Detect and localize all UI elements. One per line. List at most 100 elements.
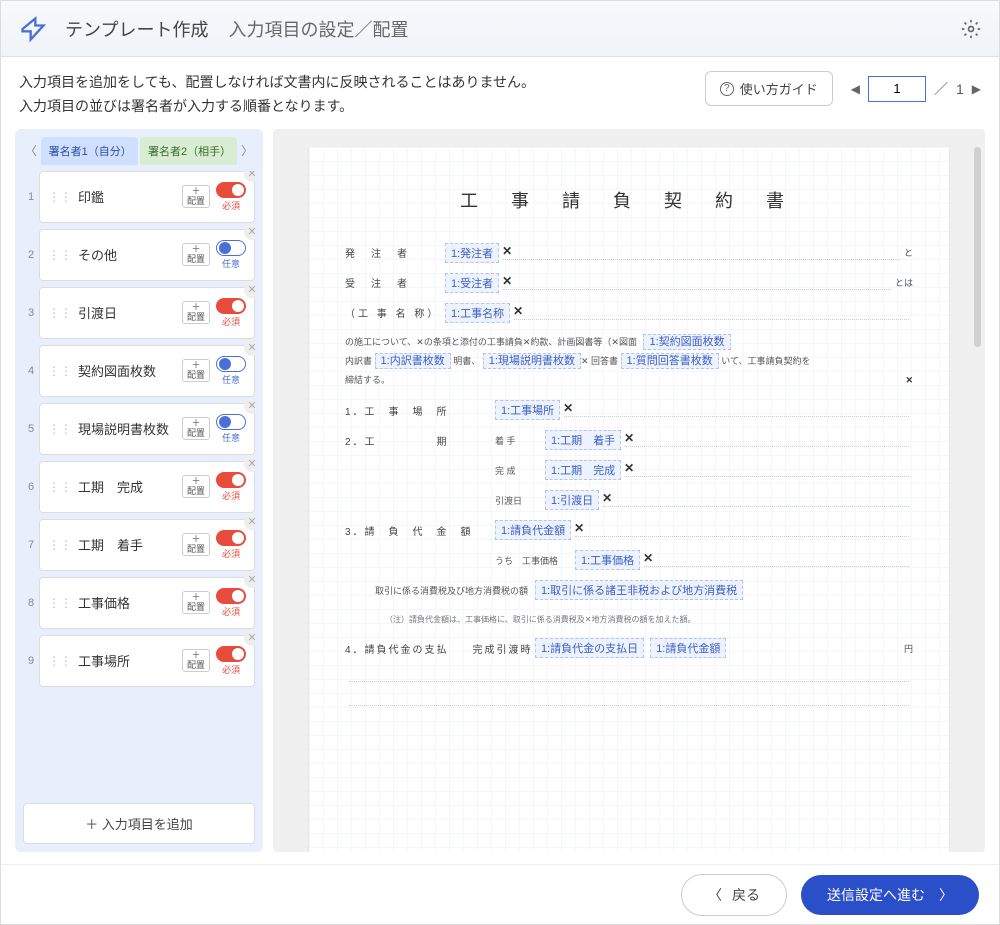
placed-field[interactable]: 1:引渡日✕ [545,490,599,510]
drag-handle-icon[interactable]: ⋮⋮ [48,596,72,610]
tab-next-icon[interactable]: 〉 [239,142,255,159]
field-label: 工期 着手 [78,535,182,554]
signer-tabs: 〈 署名者1（自分） 署名者2（相手） 〉 [23,137,255,165]
close-icon[interactable]: ✕ [244,340,255,356]
instructions: 入力項目を追加をしても、配置しなければ文書内に反映されることはありません。 入力… [19,71,535,119]
close-icon[interactable]: ✕ [244,572,255,588]
field-row: 8 ✕ ⋮⋮ 工事価格 ＋配置 必須 [23,577,255,629]
place-button[interactable]: ＋配置 [182,475,210,499]
pager-input[interactable] [868,76,926,102]
field-card[interactable]: ✕ ⋮⋮ 引渡日 ＋配置 必須 [39,287,255,339]
field-row: 7 ✕ ⋮⋮ 工期 着手 ＋配置 必須 [23,519,255,571]
placed-field[interactable]: 1:工事名称✕ [445,303,510,323]
drag-handle-icon[interactable]: ⋮⋮ [48,422,72,436]
placed-field[interactable]: 1:取引に係る諸王非税および地方消費税 [535,580,743,600]
field-row: 9 ✕ ⋮⋮ 工事場所 ＋配置 必須 [23,635,255,687]
back-button[interactable]: 〈 戻る [681,874,787,916]
placed-field[interactable]: 1:内訳書枚数 [375,353,451,369]
guide-button-label: 使い方ガイド [740,79,818,98]
drag-handle-icon[interactable]: ⋮⋮ [48,364,72,378]
drag-handle-icon[interactable]: ⋮⋮ [48,480,72,494]
field-card[interactable]: ✕ ⋮⋮ 現場説明書枚数 ＋配置 任意 [39,403,255,455]
placed-field[interactable]: 1:質問回答書枚数 [621,353,719,369]
required-toggle[interactable] [216,182,246,198]
pager-next-icon[interactable]: ▶ [972,82,981,96]
required-toggle[interactable] [216,240,246,256]
field-number: 8 [23,597,39,609]
place-button[interactable]: ＋配置 [182,301,210,325]
field-row: 1 ✕ ⋮⋮ 印鑑 ＋配置 必須 [23,171,255,223]
place-button[interactable]: ＋配置 [182,533,210,557]
placed-field[interactable]: 1:工期 完成✕ [545,460,621,480]
placed-field[interactable]: 1:工期 着手✕ [545,430,621,450]
placed-field[interactable]: 1:契約図面枚数 [643,334,730,350]
field-row: 4 ✕ ⋮⋮ 契約図面枚数 ＋配置 任意 [23,345,255,397]
drag-handle-icon[interactable]: ⋮⋮ [48,248,72,262]
place-button[interactable]: ＋配置 [182,591,210,615]
gear-icon[interactable] [961,19,981,39]
pager-prev-icon[interactable]: ◀ [851,82,860,96]
required-toggle[interactable] [216,356,246,372]
required-toggle[interactable] [216,472,246,488]
required-toggle[interactable] [216,646,246,662]
placed-field[interactable]: 1:請負代金額 [650,638,726,658]
close-icon[interactable]: ✕ [244,282,255,298]
drag-handle-icon[interactable]: ⋮⋮ [48,538,72,552]
field-card[interactable]: ✕ ⋮⋮ 工期 完成 ＋配置 必須 [39,461,255,513]
field-label: 印鑑 [78,187,182,206]
required-toggle[interactable] [216,414,246,430]
place-button[interactable]: ＋配置 [182,417,210,441]
placed-field[interactable]: 1:発注者✕ [445,243,499,263]
close-icon[interactable]: ✕ [244,514,255,530]
field-number: 7 [23,539,39,551]
place-button[interactable]: ＋配置 [182,185,210,209]
placed-field[interactable]: 1:現場説明書枚数 [483,353,581,369]
placed-field[interactable]: 1:請負代金額✕ [495,520,571,540]
document-canvas[interactable]: 工 事 請 負 契 約 書 発 注 者 1:発注者✕ と 受 注 者 1:受注者… [273,129,985,852]
place-button[interactable]: ＋配置 [182,243,210,267]
field-card[interactable]: ✕ ⋮⋮ その他 ＋配置 任意 [39,229,255,281]
field-card[interactable]: ✕ ⋮⋮ 工期 着手 ＋配置 必須 [39,519,255,571]
drag-handle-icon[interactable]: ⋮⋮ [48,306,72,320]
doc-label: （工 事 名 称） [345,305,445,320]
field-card[interactable]: ✕ ⋮⋮ 印鑑 ＋配置 必須 [39,171,255,223]
field-label: その他 [78,245,182,264]
required-toggle[interactable] [216,298,246,314]
field-card[interactable]: ✕ ⋮⋮ 工事価格 ＋配置 必須 [39,577,255,629]
close-icon[interactable]: ✕ [244,398,255,414]
field-row: 3 ✕ ⋮⋮ 引渡日 ＋配置 必須 [23,287,255,339]
toggle-label: 必須 [222,547,240,560]
field-label: 工期 完成 [78,477,182,496]
field-label: 工事価格 [78,593,182,612]
instruction-line: 入力項目を追加をしても、配置しなければ文書内に反映されることはありません。 [19,71,535,95]
field-card[interactable]: ✕ ⋮⋮ 工事場所 ＋配置 必須 [39,635,255,687]
required-toggle[interactable] [216,588,246,604]
close-icon[interactable]: ✕ [905,372,913,388]
scrollbar-vertical[interactable] [974,147,981,347]
toolbar: 入力項目を追加をしても、配置しなければ文書内に反映されることはありません。 入力… [1,57,999,129]
footer: 〈 戻る 送信設定へ進む 〉 [1,864,999,924]
tab-signer-1[interactable]: 署名者1（自分） [41,137,138,165]
close-icon[interactable]: ✕ [244,456,255,472]
field-list: 1 ✕ ⋮⋮ 印鑑 ＋配置 必須 2 ✕ ⋮⋮ その他 ＋配置 任意 [23,171,255,795]
drag-handle-icon[interactable]: ⋮⋮ [48,190,72,204]
drag-handle-icon[interactable]: ⋮⋮ [48,654,72,668]
place-button[interactable]: ＋配置 [182,359,210,383]
add-field-button[interactable]: ＋ 入力項目を追加 [23,803,255,844]
placed-field[interactable]: 1:工事価格✕ [575,550,640,570]
toggle-label: 任意 [222,373,240,386]
placed-field[interactable]: 1:受注者✕ [445,273,499,293]
close-icon[interactable]: ✕ [244,224,255,240]
toggle-label: 任意 [222,257,240,270]
field-card[interactable]: ✕ ⋮⋮ 契約図面枚数 ＋配置 任意 [39,345,255,397]
guide-button[interactable]: ? 使い方ガイド [705,71,833,106]
placed-field[interactable]: 1:請負代金の支払日 [535,638,644,658]
close-icon[interactable]: ✕ [244,630,255,646]
close-icon[interactable]: ✕ [244,171,255,182]
placed-field[interactable]: 1:工事場所✕ [495,400,560,420]
required-toggle[interactable] [216,530,246,546]
tab-signer-2[interactable]: 署名者2（相手） [140,137,237,165]
tab-prev-icon[interactable]: 〈 [23,142,39,159]
place-button[interactable]: ＋配置 [182,649,210,673]
next-button[interactable]: 送信設定へ進む 〉 [801,875,979,915]
